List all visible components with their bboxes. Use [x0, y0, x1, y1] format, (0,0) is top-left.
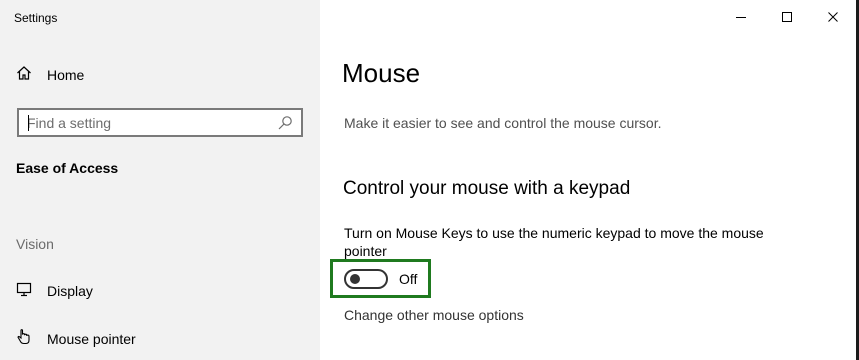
- search-box[interactable]: [17, 108, 303, 137]
- mouse-pointer-icon: [16, 328, 32, 350]
- search-input[interactable]: [19, 110, 277, 135]
- group-label-vision: Vision: [16, 236, 54, 252]
- close-icon: [828, 12, 838, 22]
- maximize-button[interactable]: [764, 0, 810, 34]
- sidebar: Settings Home Ease of Access Vision: [0, 0, 320, 360]
- minimize-button[interactable]: [718, 0, 764, 34]
- titlebar-buttons: [718, 0, 856, 34]
- close-button[interactable]: [810, 0, 856, 34]
- section-title: Ease of Access: [16, 160, 119, 176]
- sidebar-item-mouse-pointer[interactable]: Mouse pointer: [16, 328, 136, 350]
- page-description: Make it easier to see and control the mo…: [344, 115, 662, 131]
- sidebar-home[interactable]: Home: [16, 64, 84, 86]
- sidebar-item-display[interactable]: Display: [16, 280, 93, 302]
- mouse-keys-description: Turn on Mouse Keys to use the numeric ke…: [344, 225, 764, 259]
- text-caret: [28, 115, 29, 131]
- minimize-icon: [736, 17, 746, 18]
- search-icon[interactable]: [277, 115, 293, 131]
- display-icon: [16, 281, 32, 302]
- sidebar-home-label: Home: [47, 67, 85, 83]
- maximize-icon: [782, 12, 792, 22]
- home-icon: [16, 65, 32, 86]
- mouse-keys-toggle[interactable]: [344, 269, 388, 289]
- page-title: Mouse: [342, 58, 421, 88]
- toggle-knob: [350, 274, 360, 284]
- section-heading: Control your mouse with a keypad: [343, 178, 631, 199]
- sidebar-item-label: Display: [47, 283, 93, 299]
- sidebar-item-label: Mouse pointer: [47, 331, 136, 347]
- toggle-state-label: Off: [399, 271, 418, 287]
- window-title: Settings: [14, 11, 58, 25]
- other-mouse-options-link[interactable]: Change other mouse options: [344, 307, 524, 323]
